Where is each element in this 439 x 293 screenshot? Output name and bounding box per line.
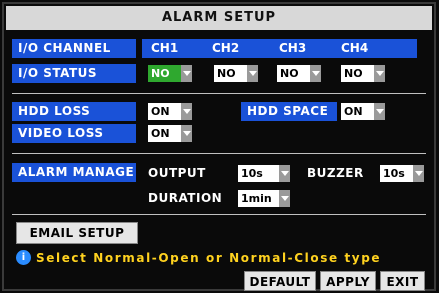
buzzer-select[interactable]: 10s	[380, 165, 424, 182]
hdd-space-value: ON	[344, 105, 363, 118]
output-select[interactable]: 10s	[238, 165, 290, 182]
io-status-ch1-select[interactable]: NO	[148, 65, 192, 82]
hdd-space-label: HDD SPACE	[241, 102, 337, 121]
channel-label-ch2: CH2	[212, 41, 240, 55]
section-divider	[12, 214, 426, 215]
io-status-ch4-value: NO	[344, 67, 363, 80]
io-status-ch4-select[interactable]: NO	[341, 65, 385, 82]
info-bubble-icon: i	[16, 250, 31, 265]
alarm-manage-label: ALARM MANAGE	[12, 163, 136, 182]
exit-button[interactable]: EXIT	[380, 271, 425, 291]
hdd-space-select[interactable]: ON	[341, 103, 385, 120]
output-value: 10s	[241, 167, 263, 180]
io-channel-label: I/O CHANNEL	[12, 39, 136, 58]
chevron-down-icon[interactable]	[374, 65, 385, 82]
chevron-down-icon[interactable]	[374, 103, 385, 120]
chevron-down-icon[interactable]	[413, 165, 424, 182]
io-status-ch1-value: NO	[151, 67, 170, 80]
duration-value: 1min	[241, 192, 272, 205]
hdd-loss-select[interactable]: ON	[148, 103, 192, 120]
duration-select[interactable]: 1min	[238, 190, 290, 207]
video-loss-label: VIDEO LOSS	[12, 124, 136, 143]
chevron-down-icon[interactable]	[279, 190, 290, 207]
output-label: OUTPUT	[148, 166, 206, 180]
chevron-down-icon[interactable]	[181, 65, 192, 82]
email-setup-button[interactable]: EMAIL SETUP	[16, 222, 138, 244]
hdd-loss-label: HDD LOSS	[12, 102, 136, 121]
chevron-down-icon[interactable]	[247, 65, 258, 82]
io-status-label: I/O STATUS	[12, 64, 136, 83]
chevron-down-icon[interactable]	[279, 165, 290, 182]
window-title: ALARM SETUP	[6, 6, 432, 30]
channel-label-ch4: CH4	[341, 41, 369, 55]
chevron-down-icon[interactable]	[181, 103, 192, 120]
section-divider	[12, 93, 426, 94]
io-status-ch2-value: NO	[217, 67, 236, 80]
io-status-ch3-select[interactable]: NO	[277, 65, 321, 82]
hdd-loss-value: ON	[151, 105, 170, 118]
duration-label: DURATION	[148, 191, 223, 205]
io-status-ch2-select[interactable]: NO	[214, 65, 258, 82]
apply-button[interactable]: APPLY	[320, 271, 376, 291]
alarm-setup-screen: ALARM SETUP I/O CHANNEL CH1 CH2 CH3 CH4 …	[0, 0, 439, 293]
buzzer-value: 10s	[383, 167, 405, 180]
io-status-ch3-value: NO	[280, 67, 299, 80]
channel-label-ch1: CH1	[151, 41, 179, 55]
default-button[interactable]: DEFAULT	[244, 271, 316, 291]
hint-text: Select Normal-Open or Normal-Close type	[36, 251, 382, 265]
chevron-down-icon[interactable]	[181, 125, 192, 142]
video-loss-select[interactable]: ON	[148, 125, 192, 142]
chevron-down-icon[interactable]	[310, 65, 321, 82]
video-loss-value: ON	[151, 127, 170, 140]
section-divider	[12, 153, 426, 154]
channel-label-ch3: CH3	[279, 41, 307, 55]
buzzer-label: BUZZER	[307, 166, 364, 180]
